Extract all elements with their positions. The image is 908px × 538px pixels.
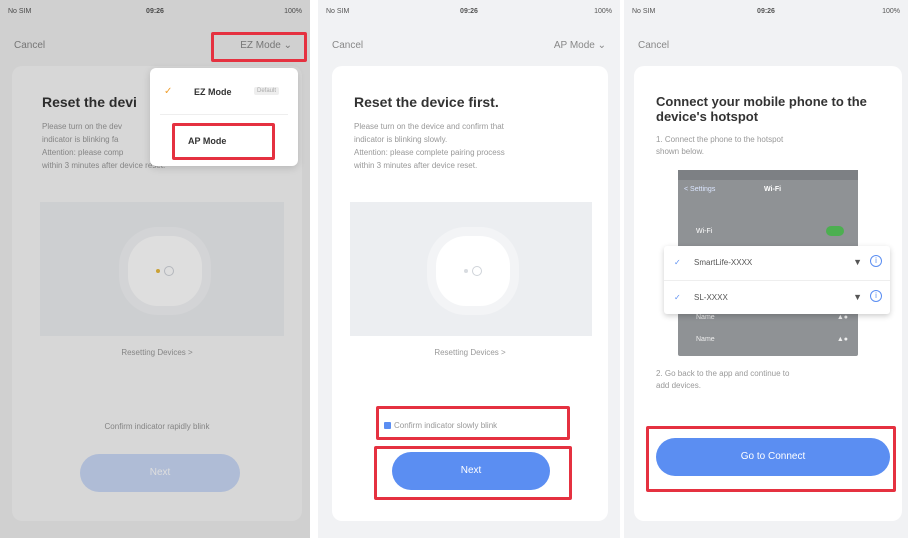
time-label: 09:26 — [460, 8, 478, 15]
page-title: Connect your mobile phone to the device'… — [656, 94, 867, 124]
battery-label: 100% — [594, 8, 612, 15]
step-two-text: 2. Go back to the app and continue to ad… — [656, 368, 789, 392]
next-button[interactable]: Next — [392, 452, 550, 490]
confirm-checkbox-label: Confirm indicator slowly blink — [394, 421, 498, 430]
hotspot-list: ✓ SmartLife-XXXX ▼ i ✓ SL-XXXX ▼ i — [664, 246, 890, 314]
cancel-button[interactable]: Cancel — [638, 40, 669, 51]
cancel-button[interactable]: Cancel — [332, 40, 363, 51]
instruction-card: Reset the device first. Please turn on t… — [332, 66, 608, 521]
hotspot-item[interactable]: ✓ SL-XXXX ▼ i — [664, 280, 890, 314]
menu-item-ez-mode[interactable]: ✓ EZ Mode Default — [150, 76, 298, 110]
menu-item-label: AP Mode — [188, 136, 227, 146]
check-icon: ✓ — [674, 258, 681, 267]
screen-ez-mode-dropdown: No SIM 09:26 100% Cancel EZ Mode ⌄ Reset… — [0, 0, 310, 538]
hotspot-name: SL-XXXX — [694, 293, 728, 302]
instruction-text: Please turn on the device and confirm th… — [354, 120, 505, 172]
phone-back-link: < Settings — [684, 186, 716, 193]
wifi-icon: ▼ — [853, 257, 862, 267]
info-icon[interactable]: i — [870, 255, 882, 267]
go-to-connect-button[interactable]: Go to Connect — [656, 438, 890, 476]
instruction-line: add devices. — [656, 381, 701, 390]
toggle-icon — [826, 226, 844, 236]
step-one-text: 1. Connect the phone to the hotspot show… — [656, 134, 783, 158]
page-title: Reset the device first. — [354, 94, 499, 110]
mode-selector-button[interactable]: AP Mode ⌄ — [554, 40, 606, 51]
wifi-icon: ▼ — [853, 292, 862, 302]
wifi-lock-icon: ▲● — [836, 336, 848, 343]
instruction-line: shown below. — [656, 147, 705, 156]
instruction-line: Please turn on the device and confirm th… — [354, 122, 504, 131]
confirm-checkbox[interactable]: Confirm indicator slowly blink — [384, 421, 497, 430]
screen-ap-mode-reset: No SIM 09:26 100% Cancel AP Mode ⌄ Reset… — [318, 0, 620, 538]
check-icon: ✓ — [164, 86, 173, 97]
time-label: 09:26 — [757, 8, 775, 15]
battery-label: 100% — [882, 8, 900, 15]
mode-selector-label: AP Mode — [553, 40, 595, 51]
phone-wifi-label: Wi-Fi — [696, 228, 713, 235]
instruction-line: within 3 minutes after device reset. — [354, 161, 478, 170]
resetting-devices-link[interactable]: Resetting Devices > — [332, 348, 608, 357]
hotspot-name: SmartLife-XXXX — [694, 258, 753, 267]
phone-status-bar — [678, 170, 858, 180]
checkbox-icon — [384, 422, 391, 430]
phone-title: Wi-Fi — [764, 186, 782, 193]
button-icon — [472, 266, 482, 276]
status-bar: No SIM 09:26 100% — [624, 8, 908, 22]
info-icon[interactable]: i — [870, 290, 882, 302]
phone-other-label: Name — [696, 336, 715, 343]
instruction-line: Attention: please complete pairing proce… — [354, 148, 505, 157]
device-image — [436, 236, 510, 306]
instruction-line: 2. Go back to the app and continue to — [656, 369, 790, 378]
status-bar: No SIM 09:26 100% — [318, 8, 620, 22]
menu-item-ap-mode[interactable]: AP Mode — [150, 124, 298, 158]
chevron-down-icon: ⌄ — [597, 40, 606, 51]
hotspot-item[interactable]: ✓ SmartLife-XXXX ▼ i — [664, 246, 890, 280]
menu-item-label: EZ Mode — [194, 87, 232, 97]
instruction-line: 1. Connect the phone to the hotspot — [656, 135, 784, 144]
wifi-lock-icon: ▲● — [836, 314, 848, 321]
default-badge: Default — [254, 87, 280, 95]
check-icon: ✓ — [674, 293, 681, 302]
divider — [160, 114, 288, 115]
nav-bar: Cancel AP Mode ⌄ — [318, 36, 620, 56]
nav-bar: Cancel — [624, 36, 908, 56]
device-illustration — [350, 202, 592, 336]
instruction-card: Connect your mobile phone to the device'… — [634, 66, 902, 521]
phone-other-label: Name — [696, 314, 715, 321]
indicator-light-icon — [464, 269, 468, 273]
screen-connect-hotspot: No SIM 09:26 100% Cancel Connect your mo… — [624, 0, 908, 538]
mode-dropdown-menu: ✓ EZ Mode Default AP Mode — [150, 68, 298, 166]
instruction-line: indicator is blinking slowly. — [354, 135, 448, 144]
